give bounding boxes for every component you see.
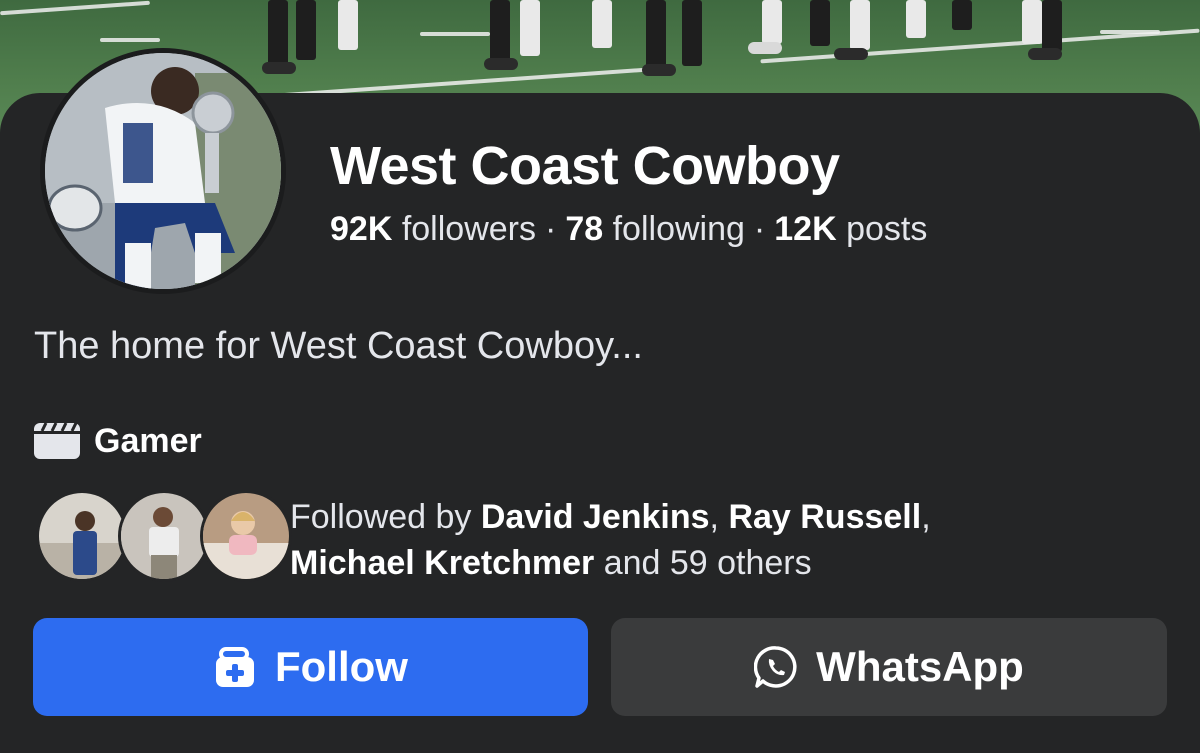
follow-button-label: Follow [275,643,408,690]
mutual-follower-avatar[interactable] [118,490,210,582]
profile-avatar[interactable] [40,48,286,294]
profile-stats: 92K followers · 78 following · 12K posts [330,210,927,249]
posts-label: posts [846,210,928,248]
followed-by-others[interactable]: and 59 others [604,544,812,582]
profile-name: West Coast Cowboy [330,136,840,196]
mutual-follower-name[interactable]: Ray Russell [728,498,921,536]
clapperboard-icon [34,423,80,459]
mutual-follower-avatar[interactable] [200,490,292,582]
cover-players-graphic [262,0,1132,80]
followers-label[interactable]: followers [402,210,536,248]
mutual-followers[interactable]: Followed by David Jenkins, Ray Russell, … [36,490,1176,590]
avatar-photo [45,53,281,289]
profile-bio[interactable]: The home for West Coast Cowboy... [34,325,643,368]
whatsapp-icon [754,646,797,688]
stats-separator: · [753,210,766,248]
category-label: Gamer [94,421,202,460]
profile-category: Gamer [34,419,202,463]
add-friend-icon [216,647,254,687]
posts-count: 12K [774,210,837,248]
mutual-follower-name[interactable]: Michael Kretchmer [290,544,594,582]
mutual-follower-avatar[interactable] [36,490,128,582]
follow-button[interactable]: Follow [33,618,588,716]
whatsapp-button-label: WhatsApp [816,643,1024,690]
following-label[interactable]: following [613,210,745,248]
followers-count[interactable]: 92K [330,210,392,248]
followed-by-prefix: Followed by [290,498,472,536]
following-count[interactable]: 78 [565,210,603,248]
followed-by-text: Followed by David Jenkins, Ray Russell, … [290,498,931,582]
whatsapp-button[interactable]: WhatsApp [611,618,1167,716]
stats-separator: · [545,210,557,248]
mutual-follower-name[interactable]: David Jenkins [481,498,710,536]
